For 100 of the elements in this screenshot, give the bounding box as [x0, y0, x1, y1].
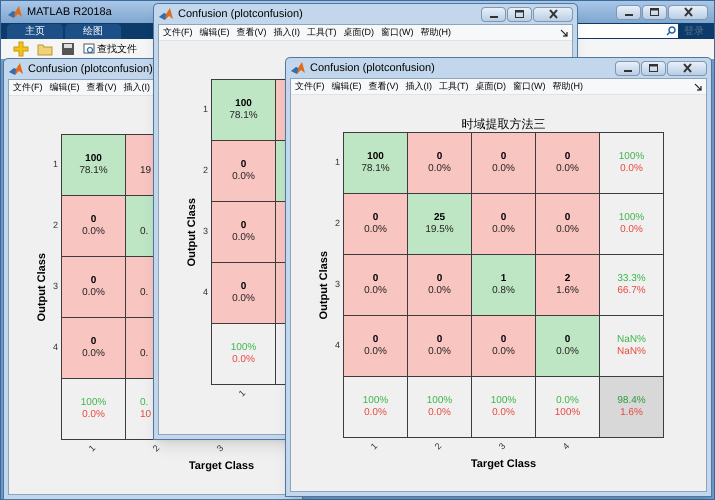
menu-item[interactable]: 窗口(W) — [381, 26, 414, 40]
tick-label: 4 — [202, 286, 208, 299]
close-icon — [684, 7, 692, 17]
matrix-cell: 0 0.0% — [408, 255, 471, 315]
menu-item[interactable]: 文件(F) — [13, 80, 42, 94]
tick-label: 2 — [202, 164, 208, 177]
matrix-cell: 2 1.6% — [536, 255, 599, 315]
menu-item[interactable]: 插入(I) — [274, 26, 300, 40]
tick-label: 3 — [202, 224, 208, 238]
menu-item[interactable]: 桌面(D) — [344, 26, 374, 40]
window-title: Confusion (plotconfusion) — [310, 60, 435, 76]
menu-item[interactable]: 桌面(D) — [476, 80, 506, 94]
menu-item[interactable]: 窗口(W) — [513, 80, 546, 94]
close-button[interactable] — [668, 4, 708, 20]
magnifier-icon — [83, 43, 95, 55]
matrix-cell: 0 0.0% — [212, 141, 275, 201]
matrix-cell: 19 — [126, 135, 153, 195]
matrix-cell: 0 0.0% — [344, 316, 407, 376]
menu-item[interactable]: 插入(I) — [406, 80, 432, 94]
matrix-cell: 0 0.0% — [472, 194, 535, 254]
matrix-cell: 0 0.0% — [212, 202, 275, 262]
close-button[interactable] — [667, 60, 707, 76]
matrix-cell: 0.0% 100% — [536, 377, 599, 437]
minimize-button[interactable] — [615, 60, 640, 76]
minimize-icon — [624, 14, 632, 16]
matrix-cell: 0 0.0% — [472, 133, 535, 193]
matrix-cell: 0. — [126, 257, 153, 317]
search-icon — [666, 26, 676, 36]
matrix-cell: 0 0.0% — [536, 133, 599, 193]
minimize-button[interactable] — [616, 4, 641, 20]
menu-item[interactable]: 插入(I) — [124, 80, 150, 94]
matlab-logo-icon — [158, 7, 174, 21]
matrix-cell: 100 78.1% — [212, 80, 275, 140]
matrix-cell: 100 78.1% — [344, 133, 407, 193]
matrix-cell: NaN% NaN% — [600, 316, 663, 376]
tick-label: 3 — [214, 442, 227, 456]
menu-item[interactable]: 帮助(H) — [552, 80, 583, 94]
menu-item[interactable]: 工具(T) — [439, 80, 468, 94]
axis-label: Target Class — [470, 457, 536, 472]
menu-item[interactable]: 查看(V) — [86, 80, 116, 94]
menu-item[interactable]: 编辑(E) — [332, 80, 362, 94]
tick-label: 1 — [202, 102, 208, 116]
matrix-cell: 100% 0.0% — [344, 377, 407, 437]
open-button[interactable] — [37, 42, 53, 56]
matlab-logo-icon — [8, 62, 24, 76]
matrix-cell: 100% 0.0% — [62, 379, 125, 439]
tick-label: 1 — [334, 156, 340, 169]
maximize-button[interactable] — [641, 60, 666, 76]
axis-label: Output Class — [316, 250, 331, 320]
tick-label: 3 — [334, 278, 340, 291]
menu-item[interactable]: 文件(F) — [295, 80, 324, 94]
matrix-cell: 0. — [126, 318, 153, 378]
tick-label: 1 — [86, 442, 99, 456]
matrix-cell: 1 0.8% — [472, 255, 535, 315]
matrix-cell: 25 19.5% — [408, 194, 471, 254]
matrix-cell: 0 0.0% — [62, 196, 125, 256]
save-button[interactable] — [61, 42, 75, 56]
tick-label: 3 — [52, 280, 58, 293]
ribbon-tab[interactable]: 主页 — [7, 24, 63, 39]
matrix-cell: 0. 10 — [126, 379, 153, 439]
matrix-cell: 98.4% 1.6% — [600, 377, 663, 437]
close-button[interactable] — [533, 6, 573, 22]
ribbon-tab[interactable]: 绘图 — [65, 24, 121, 39]
find-files-button[interactable]: 查找文件 — [83, 42, 137, 56]
window-title: Confusion (plotconfusion) — [28, 62, 153, 77]
matrix-cell: 0 0.0% — [344, 255, 407, 315]
tick-label: 1 — [52, 158, 58, 171]
menu-item[interactable]: 帮助(H) — [420, 26, 451, 40]
matrix-cell: 0. — [126, 196, 153, 256]
dock-arrow-icon — [694, 82, 702, 90]
maximize-icon — [650, 8, 659, 16]
menu-item[interactable]: 查看(V) — [368, 80, 398, 94]
folder-icon — [37, 42, 53, 56]
tick-label: 2 — [150, 442, 163, 456]
tick-label: 2 — [334, 216, 340, 230]
matrix-cell: 100% 0.0% — [600, 194, 663, 254]
matrix-cell: 0 0.0% — [536, 194, 599, 254]
menu-item[interactable]: 文件(F) — [163, 26, 192, 40]
tick-label: 2 — [432, 440, 445, 454]
tick-label: 4 — [560, 440, 573, 454]
maximize-button[interactable] — [642, 4, 667, 20]
matrix-cell: 0 0.0% — [62, 257, 125, 317]
axis-label: Output Class — [184, 198, 199, 266]
matlab-logo-icon — [7, 5, 23, 19]
menu-item[interactable]: 工具(T) — [307, 26, 336, 40]
menu-item[interactable]: 编辑(E) — [200, 26, 230, 40]
tick-label: 1 — [236, 387, 249, 401]
tick-label: 4 — [52, 340, 58, 354]
menu-item[interactable]: 查看(V) — [236, 26, 266, 40]
tick-label: 2 — [52, 218, 58, 232]
matrix-cell: 0 0.0% — [472, 316, 535, 376]
matrix-cell: 100% 0.0% — [472, 377, 535, 437]
chart-title: 时域提取方法三 — [462, 117, 546, 132]
maximize-icon — [515, 10, 524, 18]
tick-label: 1 — [368, 440, 381, 454]
minimize-button[interactable] — [481, 6, 506, 22]
matrix-cell: 100% 0.0% — [212, 324, 275, 384]
dock-arrow-icon — [560, 28, 568, 36]
maximize-button[interactable] — [507, 6, 532, 22]
menu-item[interactable]: 编辑(E) — [50, 80, 80, 94]
